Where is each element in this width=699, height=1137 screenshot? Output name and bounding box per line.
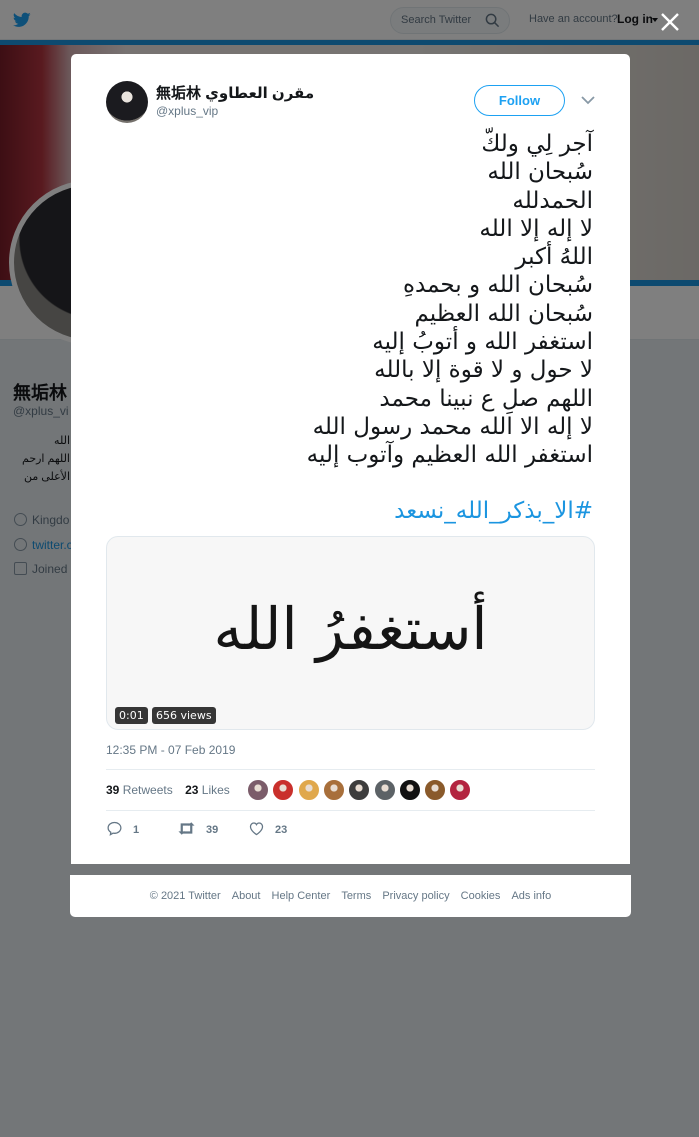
tweet-text-line: استغفر الله العظيم وآتوب إليه (306, 442, 593, 469)
retweet-count[interactable]: 39 (206, 824, 218, 836)
footer-copyright: © 2021 Twitter (149, 890, 221, 902)
footer-link-about[interactable]: About (232, 890, 261, 902)
liker-avatar[interactable] (399, 779, 421, 801)
video-duration-badge: 0:01 (115, 707, 148, 724)
divider (106, 769, 595, 770)
modal-footer: © 2021 Twitter About Help Center Terms P… (70, 875, 631, 917)
follow-button[interactable]: Follow (474, 85, 565, 116)
tweet-text-line: سُبحان الله العظيم (414, 300, 593, 327)
liker-avatar[interactable] (272, 779, 294, 801)
retweets-stat[interactable]: 39 Retweets (106, 783, 173, 797)
reply-icon[interactable] (106, 820, 123, 837)
like-count[interactable]: 23 (275, 824, 287, 836)
retweet-icon[interactable] (177, 820, 196, 837)
reply-count[interactable]: 1 (133, 824, 139, 836)
liker-avatar[interactable] (374, 779, 396, 801)
tweet-text-line: لا حول و لا قوة إلا بالله (374, 357, 593, 384)
retweet-button[interactable]: 39 (177, 820, 218, 840)
footer-link-ads-info[interactable]: Ads info (511, 890, 551, 902)
heart-icon[interactable] (248, 820, 265, 837)
likes-label[interactable]: Likes (202, 783, 230, 797)
video-views-badge: 656 views (152, 707, 216, 724)
tweet-text-line: لا إله الا الله محمد رسول الله (312, 413, 593, 440)
tweet-text-line: سُبحان الله و بحمدهِ (402, 272, 593, 299)
retweets-count[interactable]: 39 (106, 783, 119, 797)
video-player[interactable]: أستغفرُ الله 0:01 656 views (106, 536, 595, 730)
footer-link-privacy[interactable]: Privacy policy (382, 890, 449, 902)
footer-link-terms[interactable]: Terms (341, 890, 371, 902)
liker-avatar[interactable] (449, 779, 471, 801)
liker-avatar[interactable] (298, 779, 320, 801)
tweet-text-line: آجر لِي ولكّ (481, 131, 593, 157)
tweet-author-avatar[interactable] (106, 81, 148, 123)
tweet-timestamp[interactable]: 12:35 PM - 07 Feb 2019 (106, 743, 235, 757)
tweet-text-line: اللهم صلِ ع نبينا محمد (379, 385, 593, 412)
tweet-text-line: الحمدلله (512, 187, 593, 214)
liker-avatar[interactable] (348, 779, 370, 801)
reply-button[interactable]: 1 (106, 820, 139, 840)
tweet-text: آجر لِي ولكّ سُبحان الله الحمدلله لا إله… (106, 130, 593, 470)
footer-link-help-center[interactable]: Help Center (272, 890, 331, 902)
tweet-text-line: اللهُ أكبر (515, 244, 593, 271)
likes-stat[interactable]: 23 Likes (185, 783, 230, 797)
video-frame-calligraphy: أستغفرُ الله (213, 595, 488, 663)
like-button[interactable]: 23 (248, 820, 287, 840)
tweet-text-line: لا إله إلا الله (479, 215, 593, 242)
tweet-text-line: سُبحان الله (487, 159, 593, 186)
liker-avatar[interactable] (424, 779, 446, 801)
liker-avatar[interactable] (323, 779, 345, 801)
tweet-permalink-modal: 無垢林 مقرن العطاوي @xplus_vip Follow آجر ل… (71, 54, 630, 864)
chevron-down-icon[interactable] (580, 94, 596, 106)
close-icon[interactable] (658, 10, 682, 34)
tweet-stats: 39 Retweets 23 Likes (106, 783, 239, 797)
hashtag-link[interactable]: #الا_بذكر_الله_نسعد (106, 496, 593, 526)
tweet-author-handle[interactable]: @xplus_vip (156, 104, 218, 118)
footer-link-cookies[interactable]: Cookies (461, 890, 501, 902)
retweets-label[interactable]: Retweets (123, 783, 173, 797)
liker-avatar[interactable] (247, 779, 269, 801)
divider (106, 810, 595, 811)
tweet-author-name[interactable]: 無垢林 مقرن العطاوي (156, 82, 314, 103)
likes-count[interactable]: 23 (185, 783, 198, 797)
tweet-text-line: استغفر الله و أتوبُ إليه (372, 329, 593, 356)
